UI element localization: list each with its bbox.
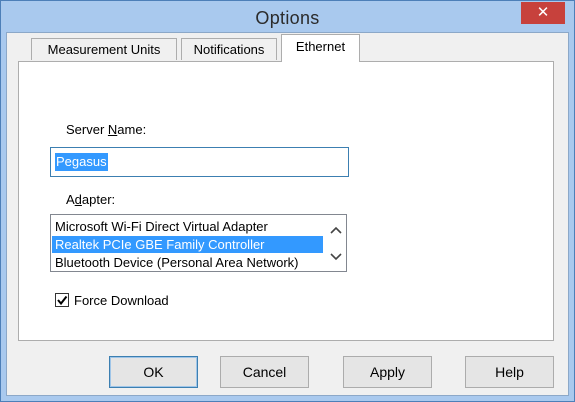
apply-button[interactable]: Apply [343,356,432,388]
checkmark-icon [57,295,68,306]
server-name-label: Server Name: [66,122,147,137]
chevron-up-icon [330,226,342,234]
list-item[interactable]: Microsoft Wi-Fi Direct Virtual Adapter [52,218,323,235]
ok-button[interactable]: OK [109,356,198,388]
tab-measurement-units[interactable]: Measurement Units [31,38,177,60]
close-icon: ✕ [536,4,550,21]
adapter-label: Adapter: [66,192,116,207]
chevron-down-icon [330,253,342,261]
force-download-checkbox[interactable] [55,293,69,307]
scroll-down-button[interactable] [327,247,345,265]
list-item[interactable]: Bluetooth Device (Personal Area Network) [52,254,323,271]
server-name-value: Pegasus [55,153,108,171]
title-bar[interactable]: Options ✕ [1,1,574,33]
force-download-label: Force Download [74,293,169,308]
adapter-listbox[interactable]: Microsoft Wi-Fi Direct Virtual Adapter R… [50,214,347,272]
cancel-button[interactable]: Cancel [220,356,309,388]
server-name-input[interactable]: Pegasus [50,147,349,177]
tab-label: Ethernet [295,39,346,54]
dialog-title: Options [255,8,320,28]
tab-label: Notifications [193,42,265,57]
scroll-up-button[interactable] [327,221,345,239]
tab-label: Measurement Units [47,42,161,57]
list-item[interactable]: Realtek PCIe GBE Family Controller [52,236,323,253]
tab-ethernet[interactable]: Ethernet [281,34,360,62]
help-button[interactable]: Help [465,356,554,388]
tab-notifications[interactable]: Notifications [181,38,277,60]
close-button[interactable]: ✕ [521,2,565,24]
